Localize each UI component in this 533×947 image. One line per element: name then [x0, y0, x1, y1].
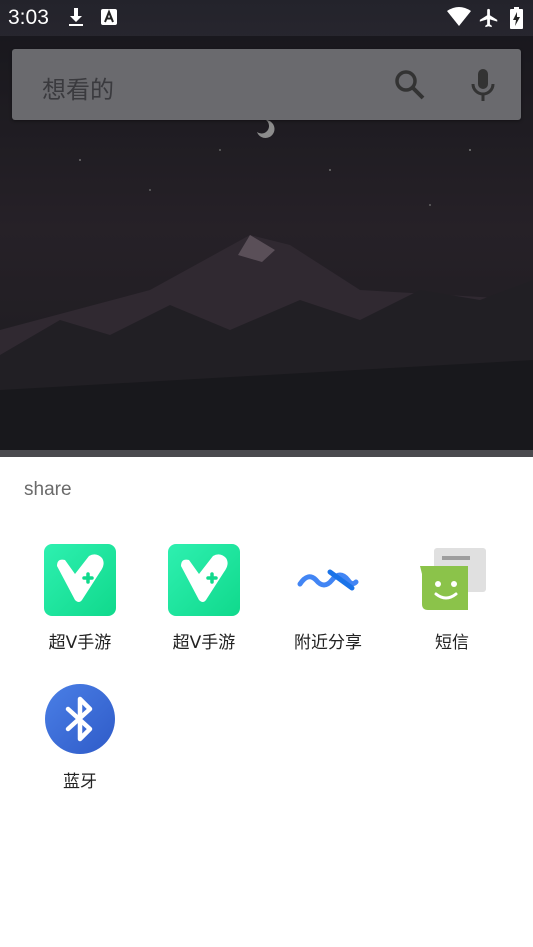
chaov-app-icon — [44, 544, 116, 616]
share-target-nearby[interactable]: 附近分享 — [266, 544, 390, 674]
search-bar[interactable]: 想看的 — [12, 49, 521, 120]
battery-charging-icon — [510, 7, 523, 33]
search-icon[interactable] — [393, 68, 427, 102]
text-a-icon — [100, 7, 118, 31]
status-bar: 3:03 — [0, 0, 533, 36]
share-sheet-title: share — [24, 479, 72, 500]
share-target-label: 蓝牙 — [63, 772, 97, 792]
share-target-label: 超V手游 — [48, 633, 112, 653]
download-icon — [67, 7, 85, 31]
share-target-label: 附近分享 — [294, 633, 362, 653]
airplane-icon — [478, 7, 500, 33]
share-sheet: share 超V手游 超V手游 附近分享 短信 蓝牙 — [0, 457, 533, 947]
wifi-icon — [447, 7, 471, 31]
share-target-chaov-1[interactable]: 超V手游 — [18, 544, 142, 674]
sheet-edge — [0, 450, 533, 457]
share-target-label: 超V手游 — [172, 633, 236, 653]
share-target-chaov-2[interactable]: 超V手游 — [142, 544, 266, 674]
chaov-app-icon — [168, 544, 240, 616]
status-time: 3:03 — [8, 6, 49, 29]
messages-icon — [416, 544, 488, 616]
mic-icon[interactable] — [466, 66, 500, 104]
nearby-share-icon — [292, 544, 364, 616]
share-target-bluetooth[interactable]: 蓝牙 — [18, 683, 142, 813]
bluetooth-icon — [44, 683, 116, 755]
share-target-messages[interactable]: 短信 — [390, 544, 514, 674]
share-target-label: 短信 — [435, 633, 469, 653]
search-input[interactable]: 想看的 — [42, 70, 114, 105]
